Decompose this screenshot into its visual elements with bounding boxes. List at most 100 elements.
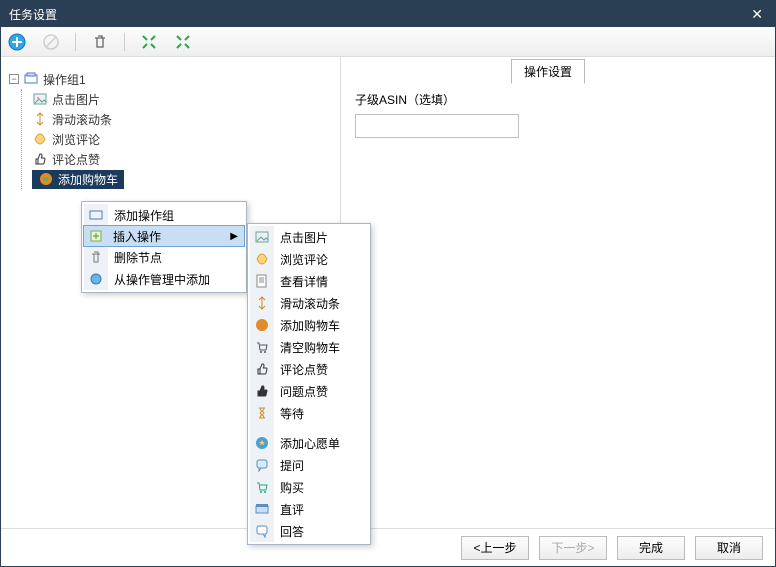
submenu-item[interactable]: 问题点赞 <box>250 380 368 402</box>
tree-children: 点击图片 滑动滚动条 浏览评论 评论点赞 <box>21 89 336 189</box>
disabled-button <box>41 32 61 52</box>
submenu-label: 添加购物车 <box>280 317 340 334</box>
tree[interactable]: − 操作组1 点击图片 滑动滚动条 <box>5 61 336 189</box>
image-icon <box>254 229 270 245</box>
separator <box>124 33 125 51</box>
thumb2-icon <box>254 383 270 399</box>
submenu-label: 直评 <box>280 501 304 518</box>
scroll-icon <box>254 295 270 311</box>
finish-button[interactable]: 完成 <box>617 536 685 560</box>
menu-item-label: 插入操作 <box>113 228 161 245</box>
submenu-label: 提问 <box>280 457 304 474</box>
tree-root-label: 操作组1 <box>43 71 86 88</box>
cart-clear-icon <box>254 339 270 355</box>
collapse-icon[interactable]: − <box>9 74 19 84</box>
submenu-label: 查看详情 <box>280 273 328 290</box>
review-icon <box>254 501 270 517</box>
wish-icon <box>254 435 270 451</box>
group-icon <box>23 71 39 87</box>
tree-item[interactable]: 点击图片 <box>32 89 336 109</box>
separator <box>75 33 76 51</box>
tab-operation-settings[interactable]: 操作设置 <box>511 59 585 84</box>
tree-root[interactable]: − 操作组1 <box>9 69 336 89</box>
answer-icon <box>254 523 270 539</box>
cart-icon <box>38 171 54 187</box>
submenu-item[interactable]: 添加心愿单 <box>250 432 368 454</box>
wait-icon <box>254 405 270 421</box>
toolbar <box>1 27 775 57</box>
tree-item-label: 点击图片 <box>52 91 100 108</box>
expand-button[interactable] <box>139 32 159 52</box>
submenu-item[interactable]: 直评 <box>250 498 368 520</box>
submenu-item[interactable]: 清空购物车 <box>250 336 368 358</box>
submenu-label: 购买 <box>280 479 304 496</box>
dialog: 任务设置 ✕ 操作设置 − <box>0 0 776 567</box>
submenu-item[interactable]: 回答 <box>250 520 368 542</box>
submenu-item[interactable]: 查看详情 <box>250 270 368 292</box>
prev-button[interactable]: <上一步 <box>461 536 529 560</box>
dialog-title: 任务设置 <box>9 6 57 23</box>
menu-insert-operation[interactable]: 插入操作 ▶ <box>83 225 245 247</box>
tree-item-label: 浏览评论 <box>52 131 100 148</box>
submenu-label: 浏览评论 <box>280 251 328 268</box>
body: 操作设置 − 操作组1 点击图片 滑动滚动条 <box>1 57 775 528</box>
trash-button[interactable] <box>90 32 110 52</box>
submenu-arrow-icon: ▶ <box>230 231 238 242</box>
submenu-label: 问题点赞 <box>280 383 328 400</box>
scroll-icon <box>32 111 48 127</box>
group-icon <box>88 207 104 223</box>
footer: <上一步 下一步> 完成 取消 <box>1 528 775 566</box>
tree-item-label: 评论点赞 <box>52 151 100 168</box>
submenu-label: 点击图片 <box>280 229 328 246</box>
buy-icon <box>254 479 270 495</box>
submenu-item[interactable]: 滑动滚动条 <box>250 292 368 314</box>
context-menu: 添加操作组 插入操作 ▶ 删除节点 从操作管理中添加 <box>81 201 247 293</box>
asin-input[interactable] <box>355 114 519 138</box>
submenu-label: 回答 <box>280 523 304 540</box>
menu-add-group[interactable]: 添加操作组 <box>84 204 244 226</box>
tree-item-label: 添加购物车 <box>58 171 118 188</box>
add-button[interactable] <box>7 32 27 52</box>
tree-item-selected[interactable]: 添加购物车 <box>32 169 336 189</box>
settings-panel: 子级ASIN（选填） <box>341 57 775 528</box>
submenu-item[interactable]: 购买 <box>250 476 368 498</box>
collapse-button[interactable] <box>173 32 193 52</box>
tree-item-label: 滑动滚动条 <box>52 111 112 128</box>
delete-icon <box>88 249 104 265</box>
close-button[interactable]: ✕ <box>747 6 767 23</box>
menu-item-label: 添加操作组 <box>114 207 174 224</box>
ask-icon <box>254 457 270 473</box>
cancel-button[interactable]: 取消 <box>695 536 763 560</box>
detail-icon <box>254 273 270 289</box>
submenu-label: 添加心愿单 <box>280 435 340 452</box>
tree-item[interactable]: 滑动滚动条 <box>32 109 336 129</box>
submenu-label: 清空购物车 <box>280 339 340 356</box>
submenu-label: 等待 <box>280 405 304 422</box>
manage-icon <box>88 271 104 287</box>
tree-item[interactable]: 浏览评论 <box>32 129 336 149</box>
submenu: 点击图片 浏览评论 查看详情 滑动滚动条 添加购物车 清空购物车 评论点赞 问题… <box>247 223 371 545</box>
submenu-item[interactable]: 添加购物车 <box>250 314 368 336</box>
submenu-label: 滑动滚动条 <box>280 295 340 312</box>
next-button: 下一步> <box>539 536 607 560</box>
submenu-item[interactable]: 评论点赞 <box>250 358 368 380</box>
menu-delete-node[interactable]: 删除节点 <box>84 246 244 268</box>
browse-icon <box>32 131 48 147</box>
submenu-item[interactable]: 等待 <box>250 402 368 424</box>
menu-add-from-manager[interactable]: 从操作管理中添加 <box>84 268 244 290</box>
cart-add-icon <box>254 317 270 333</box>
submenu-item[interactable]: 提问 <box>250 454 368 476</box>
field-label: 子级ASIN（选填） <box>355 91 765 108</box>
browse-icon <box>254 251 270 267</box>
menu-item-label: 从操作管理中添加 <box>114 271 210 288</box>
image-icon <box>32 91 48 107</box>
thumb-icon <box>254 361 270 377</box>
titlebar: 任务设置 ✕ <box>1 1 775 27</box>
submenu-label: 评论点赞 <box>280 361 328 378</box>
submenu-item[interactable]: 点击图片 <box>250 226 368 248</box>
thumb-icon <box>32 151 48 167</box>
insert-icon <box>88 228 104 244</box>
tree-item[interactable]: 评论点赞 <box>32 149 336 169</box>
menu-item-label: 删除节点 <box>114 249 162 266</box>
submenu-item[interactable]: 浏览评论 <box>250 248 368 270</box>
